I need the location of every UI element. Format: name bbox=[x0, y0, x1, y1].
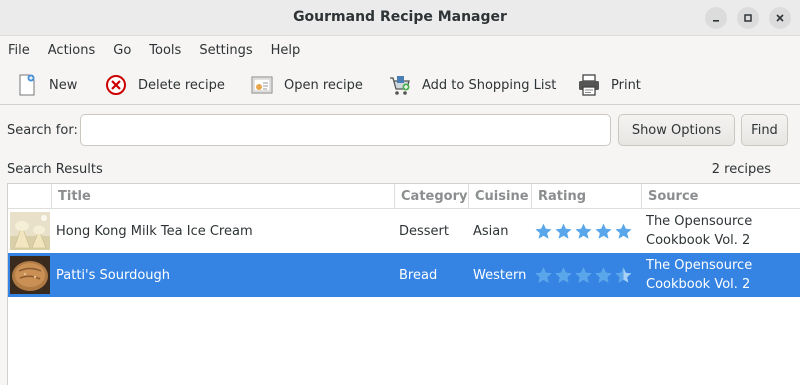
delete-recipe-button[interactable]: Delete recipe bbox=[104, 73, 225, 97]
recipe-thumbnail bbox=[10, 212, 50, 250]
recipe-rating[interactable] bbox=[534, 253, 634, 297]
recipe-category: Dessert bbox=[399, 223, 449, 239]
rating-stars bbox=[534, 222, 634, 241]
close-icon bbox=[776, 14, 784, 22]
maximize-button[interactable] bbox=[737, 7, 759, 29]
recipe-source-line: Cookbook Vol. 2 bbox=[646, 233, 751, 248]
search-input[interactable] bbox=[80, 114, 611, 146]
close-button[interactable] bbox=[769, 7, 791, 29]
star-icon bbox=[535, 267, 552, 283]
results-count: 2 recipes bbox=[711, 162, 771, 177]
column-header-image[interactable] bbox=[8, 184, 51, 209]
open-recipe-label: Open recipe bbox=[284, 77, 363, 93]
new-label: New bbox=[49, 77, 78, 93]
open-recipe-button[interactable]: Open recipe bbox=[250, 73, 363, 97]
maximize-icon bbox=[744, 14, 752, 22]
star-icon bbox=[595, 223, 612, 239]
search-label: Search for: bbox=[7, 123, 78, 138]
recipe-thumbnail bbox=[10, 256, 50, 294]
column-header-cuisine[interactable]: Cuisine bbox=[468, 184, 531, 209]
add-to-shopping-list-button[interactable]: Add to Shopping List bbox=[388, 73, 556, 97]
table-header: Title Category Cuisine Rating Source bbox=[8, 184, 800, 209]
column-header-title[interactable]: Title bbox=[51, 184, 394, 209]
print-label: Print bbox=[611, 77, 641, 93]
toolbar: New Delete recipe Open recipe Add to Sho… bbox=[0, 65, 800, 105]
search-bar: Search for: Show Options Find bbox=[0, 106, 800, 156]
recipe-cuisine: Western bbox=[473, 267, 527, 283]
recipe-category: Bread bbox=[399, 267, 438, 283]
menu-go[interactable]: Go bbox=[113, 43, 131, 58]
menu-bar: File Actions Go Tools Settings Help bbox=[0, 36, 800, 65]
show-options-label: Show Options bbox=[631, 122, 722, 138]
shopping-cart-icon bbox=[390, 76, 410, 95]
star-icon bbox=[575, 223, 592, 239]
menu-actions[interactable]: Actions bbox=[48, 43, 96, 58]
print-button[interactable]: Print bbox=[577, 73, 641, 97]
star-icon bbox=[575, 267, 592, 283]
star-icon bbox=[615, 267, 632, 283]
recipe-source-line: The Opensource bbox=[646, 258, 753, 273]
table-row[interactable]: Hong Kong Milk Tea Ice Cream Dessert Asi… bbox=[8, 209, 800, 253]
column-header-rating[interactable]: Rating bbox=[531, 184, 641, 209]
rating-stars bbox=[534, 266, 634, 285]
column-header-category[interactable]: Category bbox=[394, 184, 468, 209]
recipe-title: Hong Kong Milk Tea Ice Cream bbox=[56, 223, 253, 239]
find-label: Find bbox=[751, 122, 778, 138]
recipe-source-line: The Opensource bbox=[646, 214, 753, 229]
star-icon bbox=[615, 223, 632, 239]
delete-label: Delete recipe bbox=[138, 77, 225, 93]
star-icon bbox=[555, 267, 572, 283]
new-button[interactable]: New bbox=[15, 73, 77, 97]
menu-tools[interactable]: Tools bbox=[149, 43, 181, 58]
delete-icon bbox=[106, 75, 126, 95]
menu-settings[interactable]: Settings bbox=[199, 43, 252, 58]
recipe-title: Patti's Sourdough bbox=[56, 267, 171, 283]
search-results-label: Search Results bbox=[7, 162, 103, 177]
table-row[interactable]: Patti's Sourdough Bread Western The Open… bbox=[8, 253, 800, 297]
recipe-rating[interactable] bbox=[534, 209, 634, 253]
window-title: Gourmand Recipe Manager bbox=[293, 9, 507, 25]
column-header-source[interactable]: Source bbox=[641, 184, 800, 209]
recipe-source-line: Cookbook Vol. 2 bbox=[646, 277, 751, 292]
star-icon bbox=[555, 223, 572, 239]
title-bar: Gourmand Recipe Manager bbox=[0, 0, 800, 36]
find-button[interactable]: Find bbox=[741, 114, 788, 146]
recipe-source: The Opensource Cookbook Vol. 2 bbox=[646, 253, 752, 297]
recipe-source: The Opensource Cookbook Vol. 2 bbox=[646, 209, 752, 253]
recipe-table: Title Category Cuisine Rating Source Hon… bbox=[7, 183, 800, 385]
add-to-shopping-list-label: Add to Shopping List bbox=[422, 77, 557, 93]
open-recipe-icon bbox=[251, 76, 273, 94]
star-icon bbox=[535, 223, 552, 239]
minimize-button[interactable] bbox=[705, 7, 727, 29]
minimize-icon bbox=[713, 20, 719, 22]
menu-help[interactable]: Help bbox=[271, 43, 301, 58]
star-icon bbox=[595, 267, 612, 283]
new-document-icon bbox=[19, 74, 35, 96]
printer-icon bbox=[579, 74, 599, 96]
menu-file[interactable]: File bbox=[8, 43, 30, 58]
recipe-cuisine: Asian bbox=[473, 223, 509, 239]
show-options-button[interactable]: Show Options bbox=[618, 114, 735, 146]
